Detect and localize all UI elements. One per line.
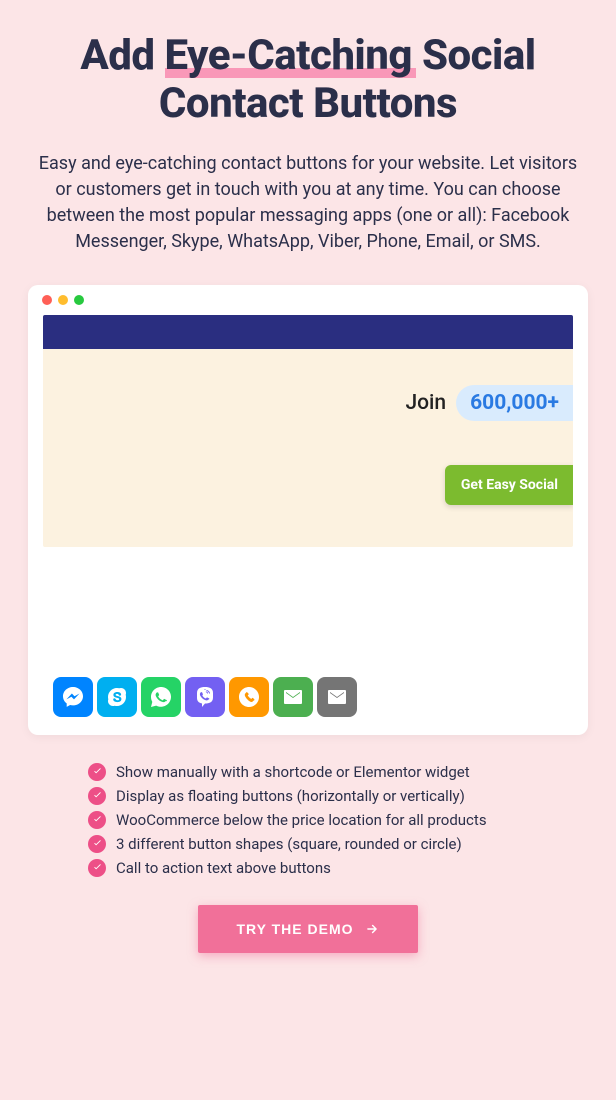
sms-icon[interactable] xyxy=(317,677,357,717)
check-icon xyxy=(88,811,106,829)
check-icon xyxy=(88,763,106,781)
viber-icon[interactable] xyxy=(185,677,225,717)
list-item: WooCommerce below the price location for… xyxy=(88,811,528,829)
arrow-right-icon xyxy=(364,922,380,936)
whatsapp-icon[interactable] xyxy=(141,677,181,717)
list-item: Show manually with a shortcode or Elemen… xyxy=(88,763,528,781)
skype-icon[interactable] xyxy=(97,677,137,717)
page-subtitle: Easy and eye-catching contact buttons fo… xyxy=(28,151,588,255)
check-icon xyxy=(88,835,106,853)
window-close-dot xyxy=(42,295,52,305)
title-highlight: Eye-Catching xyxy=(165,32,412,80)
feature-list: Show manually with a shortcode or Elemen… xyxy=(28,763,588,877)
preview-hero: Join 600,000+ Get Easy Social xyxy=(43,349,573,547)
check-icon xyxy=(88,859,106,877)
page-title: Add Eye-Catching Social Contact Buttons xyxy=(28,32,588,129)
list-item: Display as floating buttons (horizontall… xyxy=(88,787,528,805)
browser-preview: Join 600,000+ Get Easy Social xyxy=(28,285,588,735)
preview-top-banner xyxy=(43,315,573,349)
window-maximize-dot xyxy=(74,295,84,305)
get-easy-social-button[interactable]: Get Easy Social xyxy=(445,465,573,505)
browser-chrome xyxy=(28,285,588,315)
phone-icon[interactable] xyxy=(229,677,269,717)
join-label: Join xyxy=(405,391,446,415)
list-item: Call to action text above buttons xyxy=(88,859,528,877)
messenger-icon[interactable] xyxy=(53,677,93,717)
window-minimize-dot xyxy=(58,295,68,305)
social-icon-row xyxy=(43,547,573,717)
count-pill: 600,000+ xyxy=(456,385,573,421)
list-item: 3 different button shapes (square, round… xyxy=(88,835,528,853)
try-demo-button[interactable]: TRY THE DEMO xyxy=(198,905,417,953)
check-icon xyxy=(88,787,106,805)
email-icon[interactable] xyxy=(273,677,313,717)
